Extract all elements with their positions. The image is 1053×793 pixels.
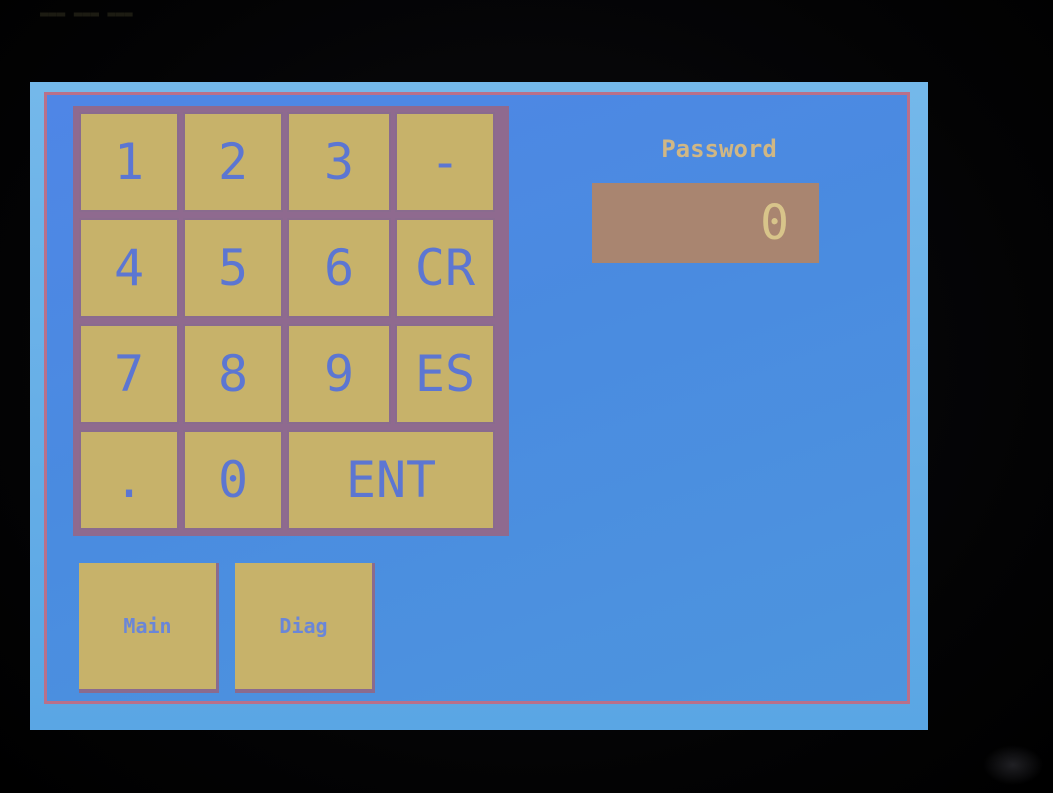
key-7[interactable]: 7 bbox=[79, 324, 179, 424]
keypad: 1 2 3 - 4 5 6 CR 7 8 9 ES . 0 ENT bbox=[73, 106, 509, 536]
key-decimal[interactable]: . bbox=[79, 430, 179, 530]
key-1[interactable]: 1 bbox=[79, 112, 179, 212]
key-2[interactable]: 2 bbox=[183, 112, 283, 212]
key-enter[interactable]: ENT bbox=[287, 430, 495, 530]
touch-screen: 1 2 3 - 4 5 6 CR 7 8 9 ES . 0 ENT Passwo… bbox=[30, 82, 928, 730]
password-panel: 1 2 3 - 4 5 6 CR 7 8 9 ES . 0 ENT Passwo… bbox=[44, 92, 910, 704]
key-6[interactable]: 6 bbox=[287, 218, 391, 318]
key-4[interactable]: 4 bbox=[79, 218, 179, 318]
key-5[interactable]: 5 bbox=[183, 218, 283, 318]
key-0[interactable]: 0 bbox=[183, 430, 283, 530]
key-minus[interactable]: - bbox=[395, 112, 495, 212]
diag-button[interactable]: Diag bbox=[235, 563, 375, 693]
key-3[interactable]: 3 bbox=[287, 112, 391, 212]
key-9[interactable]: 9 bbox=[287, 324, 391, 424]
key-escape[interactable]: ES bbox=[395, 324, 495, 424]
screen-glare bbox=[983, 745, 1043, 785]
bezel-label: ▬▬▬ ▬▬▬ ▬▬▬ bbox=[40, 6, 133, 22]
main-button[interactable]: Main bbox=[79, 563, 219, 693]
key-clear[interactable]: CR bbox=[395, 218, 495, 318]
hmi-bezel: ▬▬▬ ▬▬▬ ▬▬▬ 1 2 3 - 4 5 6 CR 7 8 9 ES . bbox=[0, 0, 1053, 793]
key-8[interactable]: 8 bbox=[183, 324, 283, 424]
password-label: Password bbox=[661, 135, 777, 163]
password-field[interactable]: 0 bbox=[592, 183, 819, 263]
